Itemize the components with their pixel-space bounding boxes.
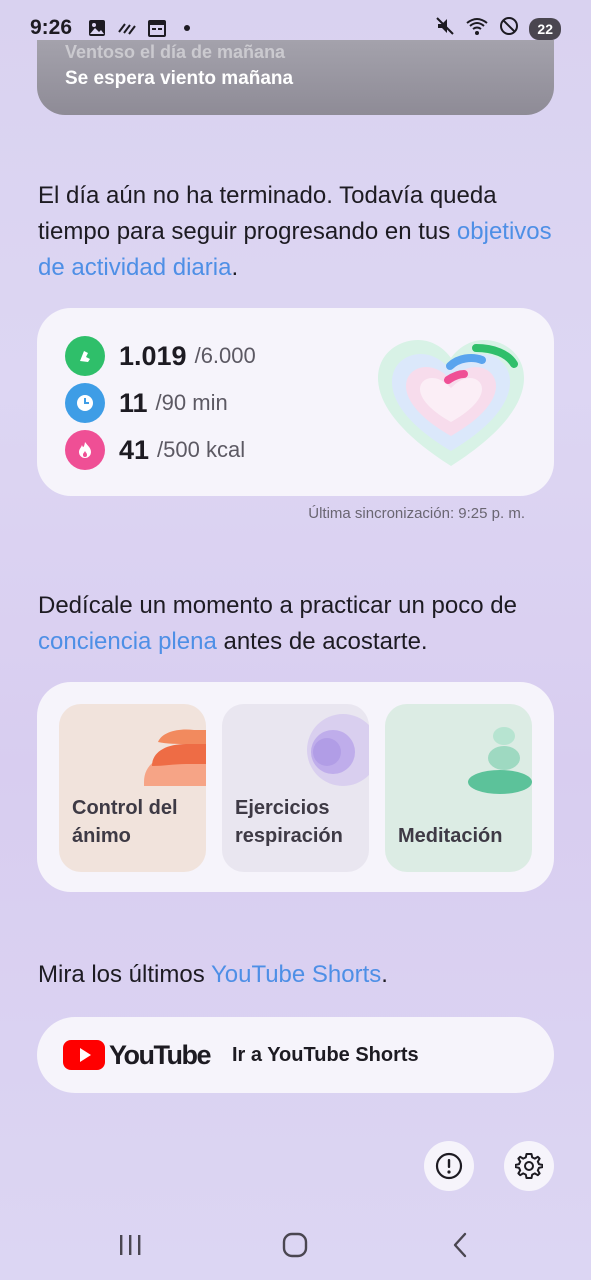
minutes-value: 11 [119, 387, 148, 418]
mood-wave-icon [144, 729, 206, 786]
minutes-goal: /90 min [155, 390, 228, 415]
feedback-button[interactable] [424, 1141, 474, 1191]
tile-mood-control[interactable]: Control del ánimo [59, 704, 206, 872]
tile-breathing-label: Ejercicios respiración [235, 797, 343, 847]
alert-icon [435, 1152, 463, 1180]
calories-metric: 41 /500 kcal [65, 430, 245, 470]
mindfulness-intro: Dedícale un momento a practicar un poco … [38, 588, 558, 660]
breathing-circle-icon [307, 714, 369, 786]
youtube-intro-suffix: . [381, 961, 388, 988]
youtube-shorts-link[interactable]: YouTube Shorts [211, 961, 381, 988]
battery-indicator: 22 [529, 17, 561, 40]
minutes-metric: 11 /90 min [65, 383, 228, 423]
weather-card[interactable]: Ventoso el día de mañana Se espera vient… [37, 40, 554, 115]
gallery-icon [86, 17, 108, 39]
recent-apps-button[interactable] [110, 1230, 150, 1260]
weather-message: Se espera viento mañana [65, 68, 294, 89]
calories-goal: /500 kcal [157, 437, 246, 462]
flame-icon [65, 430, 105, 470]
steps-goal: /6.000 [194, 343, 256, 368]
activity-intro-suffix: . [231, 254, 239, 281]
mindfulness-card: Control del ánimo Ejercicios respiración… [37, 682, 554, 892]
dot-icon [176, 17, 198, 39]
youtube-play-icon [63, 1040, 105, 1070]
activity-heart-icon [376, 336, 526, 471]
status-time: 9:26 [30, 16, 73, 39]
back-chevron-icon [453, 1232, 467, 1258]
weather-faded-text: Ventoso el día de mañana [65, 42, 286, 62]
tile-meditation[interactable]: Meditación [385, 704, 532, 872]
back-button[interactable] [440, 1230, 480, 1260]
tile-meditation-label: Meditación [398, 825, 503, 847]
steps-icon [65, 336, 105, 376]
settings-button[interactable] [504, 1141, 554, 1191]
steps-metric: 1.019 /6.000 [65, 336, 256, 376]
home-button[interactable] [275, 1230, 315, 1260]
tile-mood-label: Control del ánimo [72, 797, 178, 847]
mindfulness-link[interactable]: conciencia plena [38, 628, 217, 655]
youtube-logo: YouTube [63, 1039, 211, 1071]
wifi-icon [465, 16, 489, 41]
mindfulness-intro-text: Dedícale un momento a practicar un poco … [38, 592, 517, 619]
youtube-shorts-action: Ir a YouTube Shorts [231, 1043, 419, 1066]
recent-apps-icon [120, 1235, 141, 1255]
status-right-group: 22 [435, 16, 561, 41]
signal-icon [116, 17, 138, 39]
youtube-intro: Mira los últimos YouTube Shorts. [38, 957, 558, 993]
mute-icon [435, 16, 455, 41]
calendar-icon [146, 17, 168, 39]
activity-card[interactable]: 1.019 /6.000 11 /90 min 41 /500 kcal [37, 308, 554, 496]
home-icon [282, 1232, 308, 1258]
meditation-stones-icon [468, 727, 532, 794]
activity-intro-text: El día aún no ha terminado. Todavía qued… [38, 182, 497, 245]
gear-icon [515, 1153, 543, 1179]
sync-status: Última sincronización: 9:25 p. m. [308, 505, 525, 522]
youtube-intro-text: Mira los últimos [38, 961, 211, 988]
youtube-shorts-card[interactable]: YouTube Ir a YouTube Shorts [37, 1017, 554, 1093]
calories-value: 41 [119, 434, 150, 465]
dnd-icon [499, 16, 519, 41]
youtube-wordmark: YouTube [109, 1039, 211, 1070]
activity-intro: El día aún no ha terminado. Todavía qued… [38, 178, 558, 286]
steps-value: 1.019 [119, 340, 187, 371]
clock-icon [65, 383, 105, 423]
mindfulness-intro-suffix: antes de acostarte. [216, 628, 428, 655]
tile-breathing[interactable]: Ejercicios respiración [222, 704, 369, 872]
navigation-bar [0, 1210, 591, 1280]
